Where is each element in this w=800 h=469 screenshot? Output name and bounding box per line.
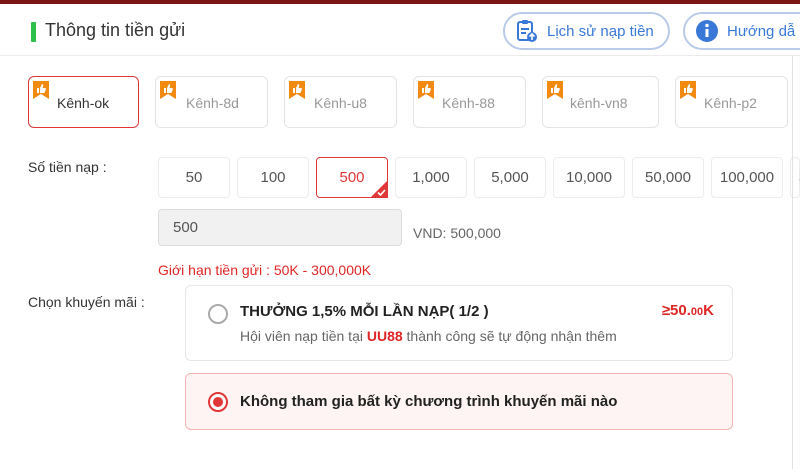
promotion-amount-decimal: 00	[690, 306, 704, 318]
amount-option-label: 500	[339, 169, 365, 186]
channel-option-ok[interactable]: Kênh-ok	[28, 76, 139, 128]
channel-option-p2[interactable]: Kênh-p2	[675, 76, 788, 128]
deposit-history-button[interactable]: Lịch sử nạp tiền	[503, 12, 670, 50]
right-divider	[792, 56, 793, 469]
promotion-desc-text: Hội viên nạp tiền tại	[240, 328, 367, 344]
amount-label: Số tiền nạp :	[28, 159, 107, 175]
promotion-title: THƯỞNG 1,5% MỖI LẦN NẠP( 1/2 )	[240, 303, 489, 320]
check-corner-icon	[370, 180, 388, 198]
channel-label: Kênh-88	[442, 95, 495, 111]
info-icon	[695, 19, 719, 43]
vnd-conversion: VND: 500,000	[413, 225, 501, 241]
amount-option-selected[interactable]: 500	[316, 157, 388, 198]
deposit-page: Thông tin tiền gửi Lịch sử nạp tiền Hướn…	[0, 0, 800, 469]
thumbs-up-badge-icon	[160, 81, 176, 99]
channel-label: kênh-vn8	[570, 95, 628, 111]
thumbs-up-badge-icon	[289, 81, 305, 99]
promotion-option-none[interactable]: Không tham gia bất kỳ chương trình khuyế…	[185, 373, 733, 430]
section-header: Thông tin tiền gửi Lịch sử nạp tiền Hướn…	[0, 4, 800, 56]
channel-label: Kênh-ok	[57, 95, 110, 111]
amount-option[interactable]: 1,000	[395, 157, 467, 198]
page-title: Thông tin tiền gửi	[45, 20, 186, 40]
channel-label: Kênh-8d	[186, 95, 239, 111]
guide-button[interactable]: Hướng dẫ	[683, 12, 800, 50]
brand-name: UU88	[366, 328, 403, 344]
guide-label: Hướng dẫ	[727, 22, 796, 40]
channel-option-vn8[interactable]: kênh-vn8	[542, 76, 659, 128]
clipboard-upload-icon	[515, 19, 539, 43]
no-promotion-title: Không tham gia bất kỳ chương trình khuyế…	[240, 393, 618, 410]
deposit-history-label: Lịch sử nạp tiền	[547, 22, 654, 40]
channel-option-8d[interactable]: Kênh-8d	[155, 76, 268, 128]
deposit-limit-text: Giới hạn tiền gửi : 50K - 300,000K	[158, 262, 372, 278]
title-accent-bar	[31, 22, 36, 42]
amount-option[interactable]: 10,000	[553, 157, 625, 198]
promotion-amount-unit: K	[703, 302, 714, 319]
promotion-label: Chọn khuyến mãi :	[28, 294, 145, 310]
radio-unchecked[interactable]	[208, 304, 228, 324]
amount-option[interactable]: 100	[237, 157, 309, 198]
promotion-min-amount: ≥50.00K	[662, 302, 714, 319]
amount-input[interactable]: 500	[158, 209, 402, 246]
promotion-amount-main: ≥50.	[661, 302, 691, 319]
amount-option[interactable]: 50	[158, 157, 230, 198]
amount-option[interactable]: 5,000	[474, 157, 546, 198]
promotion-description: Hội viên nạp tiền tại UU88 thành công sẽ…	[240, 328, 617, 344]
amount-option[interactable]: 50,000	[632, 157, 704, 198]
thumbs-up-badge-icon	[547, 81, 563, 99]
promotion-option[interactable]: THƯỞNG 1,5% MỖI LẦN NẠP( 1/2 ) Hội viên …	[185, 285, 733, 361]
thumbs-up-badge-icon	[33, 81, 49, 99]
thumbs-up-badge-icon	[418, 81, 434, 99]
channel-label: Kênh-u8	[314, 95, 367, 111]
radio-checked[interactable]	[208, 392, 228, 412]
channel-option-88[interactable]: Kênh-88	[413, 76, 526, 128]
promotion-desc-text-end: thành công sẽ tự động nhận thêm	[402, 328, 617, 344]
channel-option-u8[interactable]: Kênh-u8	[284, 76, 397, 128]
channel-label: Kênh-p2	[704, 95, 757, 111]
amount-option[interactable]: 100,000	[711, 157, 783, 198]
thumbs-up-badge-icon	[680, 81, 696, 99]
